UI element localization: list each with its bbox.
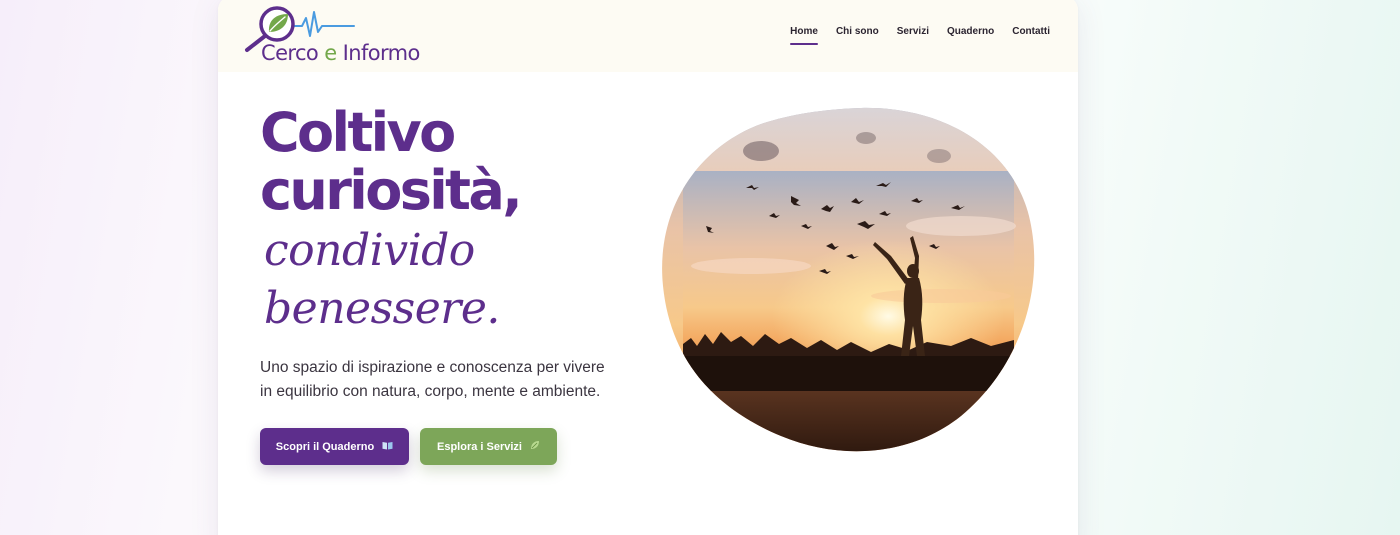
main-nav: Home Chi sono Servizi Quaderno Contatti [790, 26, 1050, 45]
discover-notebook-label: Scopri il Quaderno [275, 440, 375, 453]
hero-script-line-2: benessere. [264, 283, 500, 334]
nav-item-home[interactable]: Home [790, 26, 818, 45]
explore-services-button[interactable]: Esplora i Servizi [420, 428, 557, 465]
hero-title: Coltivo curiosità, [260, 101, 523, 222]
nav-item-quaderno[interactable]: Quaderno [947, 26, 994, 45]
hero-script-line-1: condivido [264, 225, 475, 276]
hero-subtitle: Uno spazio di ispirazione e conoscenza p… [260, 359, 605, 400]
sunset-birds-woman-photo [662, 107, 1035, 452]
logo-word-e: e [324, 41, 337, 65]
site-header: Cerco e Informo Home Chi sono Servizi Qu… [218, 0, 1078, 72]
nav-item-contatti[interactable]: Contatti [1012, 26, 1050, 45]
nav-item-servizi[interactable]: Servizi [897, 26, 929, 45]
hero-script-title: condivido benessere. [264, 222, 500, 338]
hero-title-line-1: Coltivo [260, 101, 456, 164]
hero-photo [661, 106, 1036, 458]
nav-item-chi-sono[interactable]: Chi sono [836, 26, 879, 45]
discover-notebook-button[interactable]: Scopri il Quaderno [260, 428, 409, 465]
hero-title-line-2: curiosità, [260, 159, 523, 222]
page-card: Cerco e Informo Home Chi sono Servizi Qu… [218, 0, 1078, 535]
book-icon [382, 441, 393, 453]
logo[interactable]: Cerco e Informo [242, 0, 432, 68]
explore-services-label: Esplora i Servizi [437, 440, 522, 453]
logo-wordmark: Cerco e Informo [261, 43, 420, 64]
leaf-icon [530, 440, 540, 453]
logo-word-informo: Informo [342, 41, 421, 65]
logo-word-cerco: Cerco [261, 41, 319, 65]
